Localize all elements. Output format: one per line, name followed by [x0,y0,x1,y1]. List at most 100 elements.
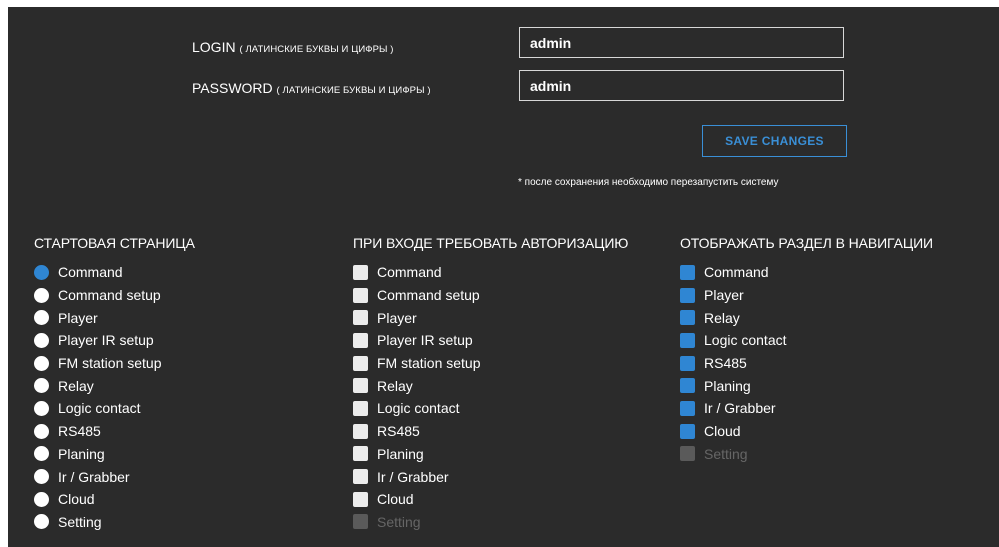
password-hint: ( ЛАТИНСКИЕ БУКВЫ И ЦИФРЫ ) [276,85,431,96]
nav-display-item-label: Logic contact [704,332,787,349]
nav-display-column: ОТОБРАЖАТЬ РАЗДЕЛ В НАВИГАЦИИ Command Pla… [680,235,933,465]
nav-display-item-command[interactable]: Command [680,261,933,284]
checkbox-unchecked[interactable] [353,264,368,280]
login-label-text: LOGIN [192,39,236,55]
nav-display-item-ir-grabber[interactable]: Ir / Grabber [680,397,933,420]
nav-display-item-player[interactable]: Player [680,284,933,307]
start-page-item-label: Relay [58,377,94,394]
restart-note: * после сохранения необходимо перезапуст… [518,177,779,188]
auth-required-item-label: FM station setup [377,355,481,372]
settings-panel: LOGIN ( ЛАТИНСКИЕ БУКВЫ И ЦИФРЫ ) PASSWO… [8,7,999,547]
radio-unselected[interactable] [34,310,49,326]
start-page-item-label: Player IR setup [58,332,154,349]
auth-required-item-setting: Setting [353,511,628,534]
start-page-item-ir-grabber[interactable]: Ir / Grabber [34,465,195,488]
auth-required-item-cloud[interactable]: Cloud [353,488,628,511]
start-page-item-command[interactable]: Command [34,261,195,284]
start-page-item-label: Command setup [58,287,161,304]
auth-required-item-fm-station-setup[interactable]: FM station setup [353,352,628,375]
checkbox-unchecked[interactable] [353,332,368,348]
checkbox-checked[interactable] [680,355,695,371]
auth-required-item-logic-contact[interactable]: Logic contact [353,397,628,420]
radio-unselected[interactable] [34,514,49,530]
start-page-item-fm-station-setup[interactable]: FM station setup [34,352,195,375]
nav-display-item-relay[interactable]: Relay [680,306,933,329]
checkbox-unchecked[interactable] [353,355,368,371]
radio-unselected[interactable] [34,332,49,348]
start-page-item-label: Cloud [58,491,95,508]
auth-required-item-label: Command [377,264,442,281]
auth-required-item-label: Planing [377,445,424,462]
start-page-item-label: Command [58,264,123,281]
start-page-item-command-setup[interactable]: Command setup [34,284,195,307]
checkbox-unchecked[interactable] [353,469,368,485]
checkbox-unchecked[interactable] [353,446,368,462]
radio-unselected[interactable] [34,469,49,485]
login-label: LOGIN ( ЛАТИНСКИЕ БУКВЫ И ЦИФРЫ ) [192,39,394,55]
radio-unselected[interactable] [34,423,49,439]
password-input[interactable] [519,70,844,101]
start-page-item-relay[interactable]: Relay [34,374,195,397]
nav-display-item-setting: Setting [680,443,933,466]
checkbox-unchecked[interactable] [353,423,368,439]
auth-required-item-label: Relay [377,377,413,394]
nav-display-item-label: RS485 [704,355,747,372]
start-page-item-label: Planing [58,445,105,462]
checkbox-unchecked[interactable] [353,400,368,416]
start-page-item-label: RS485 [58,423,101,440]
checkbox-unchecked[interactable] [353,287,368,303]
auth-required-item-rs485[interactable]: RS485 [353,420,628,443]
radio-unselected[interactable] [34,400,49,416]
checkbox-checked[interactable] [680,264,695,280]
radio-unselected[interactable] [34,491,49,507]
auth-required-item-planing[interactable]: Planing [353,443,628,466]
checkbox-unchecked[interactable] [353,491,368,507]
auth-required-item-label: Cloud [377,491,414,508]
nav-display-item-label: Ir / Grabber [704,400,776,417]
checkbox-unchecked[interactable] [353,310,368,326]
auth-required-item-label: Ir / Grabber [377,468,449,485]
nav-display-item-logic-contact[interactable]: Logic contact [680,329,933,352]
start-page-item-planing[interactable]: Planing [34,443,195,466]
checkbox-checked[interactable] [680,423,695,439]
auth-required-item-relay[interactable]: Relay [353,374,628,397]
start-page-item-label: Logic contact [58,400,141,417]
login-input[interactable] [519,27,844,58]
auth-required-item-command-setup[interactable]: Command setup [353,284,628,307]
start-page-item-cloud[interactable]: Cloud [34,488,195,511]
start-page-item-logic-contact[interactable]: Logic contact [34,397,195,420]
auth-required-item-player[interactable]: Player [353,306,628,329]
auth-required-item-label: Setting [377,513,421,530]
radio-selected[interactable] [34,264,49,280]
auth-required-item-label: RS485 [377,423,420,440]
save-changes-button[interactable]: SAVE CHANGES [702,125,847,157]
checkbox-checked[interactable] [680,332,695,348]
nav-display-item-planing[interactable]: Planing [680,374,933,397]
radio-unselected[interactable] [34,355,49,371]
start-page-item-label: Setting [58,513,102,530]
start-page-item-player[interactable]: Player [34,306,195,329]
start-page-item-player-ir-setup[interactable]: Player IR setup [34,329,195,352]
radio-unselected[interactable] [34,287,49,303]
checkbox-checked[interactable] [680,378,695,394]
nav-display-item-label: Relay [704,309,740,326]
nav-display-item-label: Cloud [704,423,741,440]
checkbox-unchecked[interactable] [353,378,368,394]
nav-display-title: ОТОБРАЖАТЬ РАЗДЕЛ В НАВИГАЦИИ [680,235,934,251]
auth-required-item-ir-grabber[interactable]: Ir / Grabber [353,465,628,488]
start-page-item-rs485[interactable]: RS485 [34,420,195,443]
checkbox-checked[interactable] [680,400,695,416]
checkbox-checked[interactable] [680,287,695,303]
nav-display-item-label: Command [704,264,769,281]
auth-required-item-label: Player [377,309,417,326]
checkbox-checked[interactable] [680,310,695,326]
start-page-item-setting[interactable]: Setting [34,511,195,534]
nav-display-item-label: Setting [704,445,748,462]
radio-unselected[interactable] [34,378,49,394]
nav-display-item-rs485[interactable]: RS485 [680,352,933,375]
auth-required-item-player-ir-setup[interactable]: Player IR setup [353,329,628,352]
radio-unselected[interactable] [34,446,49,462]
auth-required-item-command[interactable]: Command [353,261,628,284]
nav-display-item-cloud[interactable]: Cloud [680,420,933,443]
auth-required-item-label: Logic contact [377,400,460,417]
